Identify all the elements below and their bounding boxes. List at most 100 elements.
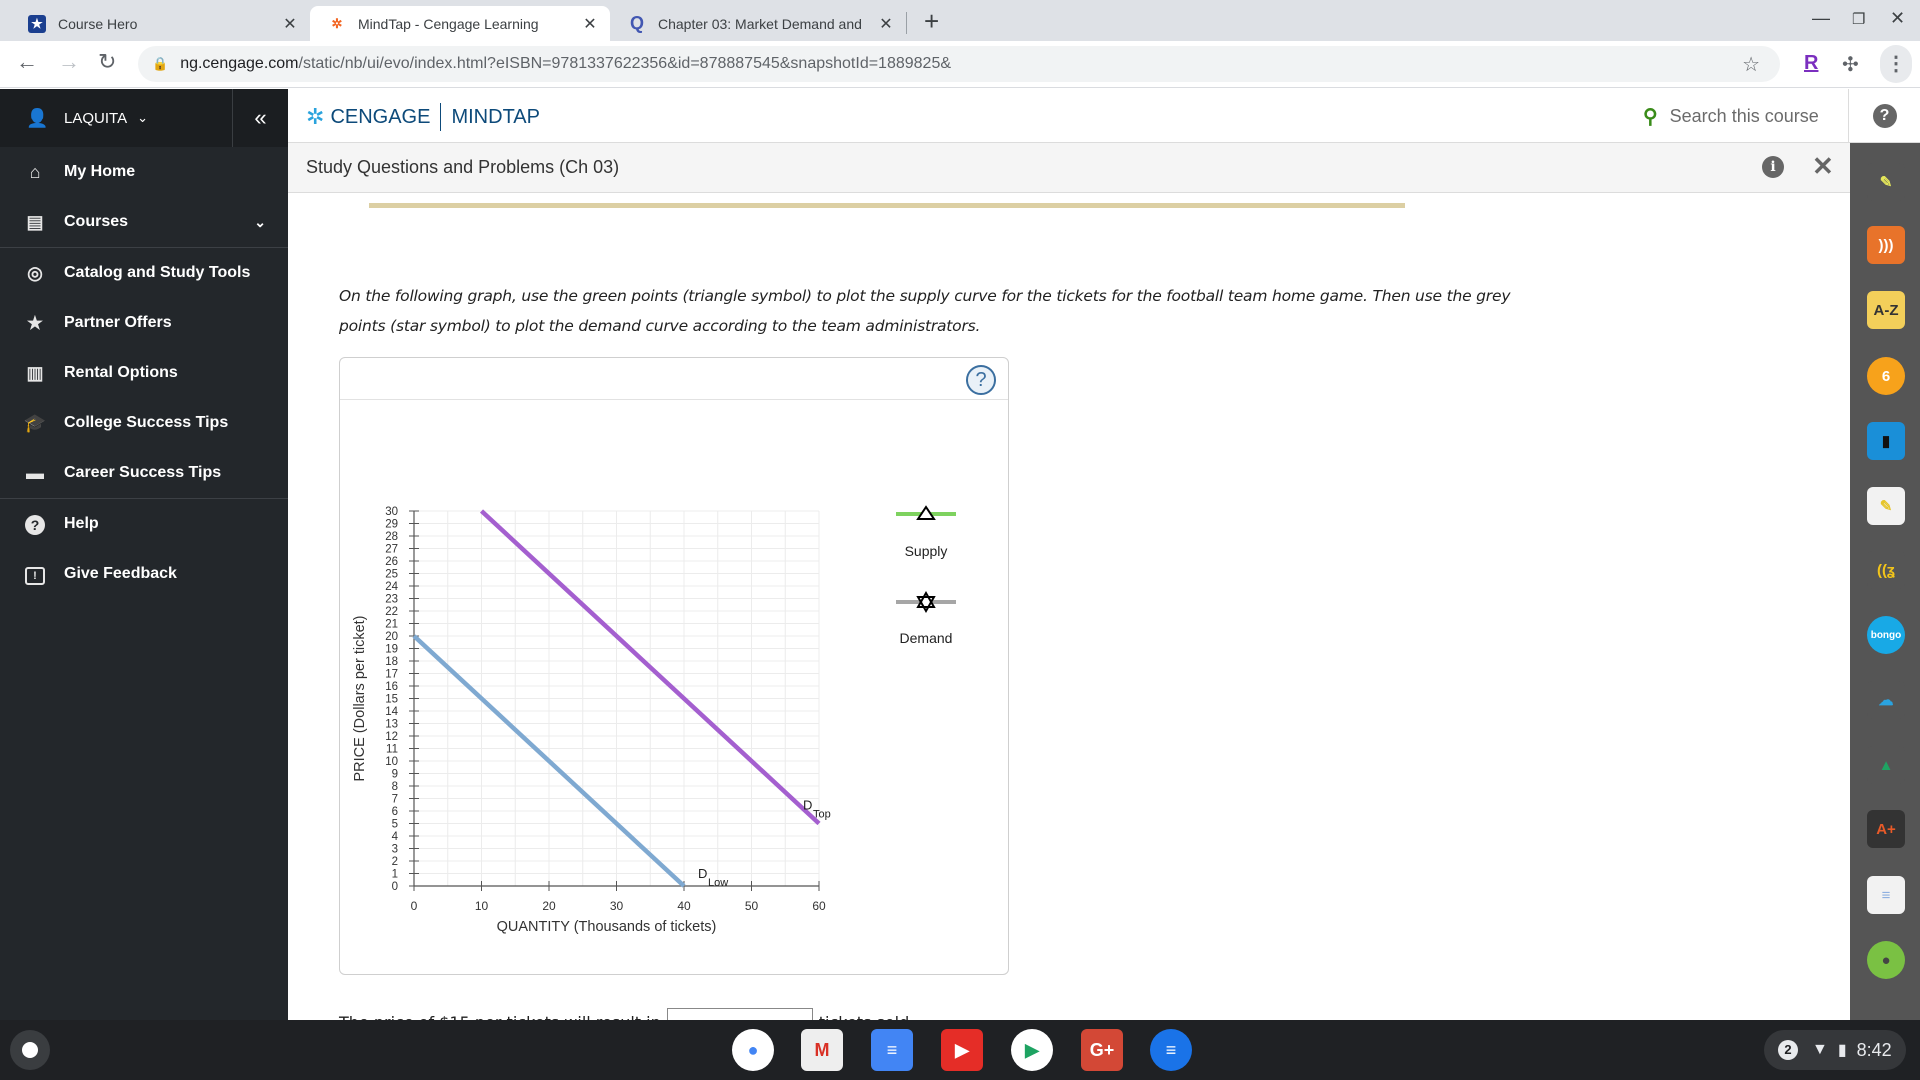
extensions-puzzle-icon[interactable]: ✣ [1842,52,1859,77]
y-tick-label: 1 [392,869,398,881]
chevron-down-icon[interactable]: ⌄ [137,110,148,126]
progress-bar [369,203,1405,208]
question-suffix: tickets sold. [819,1013,915,1021]
restore-button[interactable]: ❐ [1852,10,1865,28]
help-button[interactable]: ? [1848,89,1920,143]
sidebar-item-career-success[interactable]: ▬ Career Success Tips [0,448,288,498]
reload-button[interactable]: ↻ [98,49,116,75]
briefcase-icon: ▬ [26,462,44,483]
sidebar-item-help[interactable]: ? Help [0,499,288,549]
docs-app-icon[interactable]: ≡ [871,1029,913,1071]
google-plus-app-icon[interactable]: G+ [1081,1029,1123,1071]
info-icon[interactable]: i [1762,156,1784,178]
browser-tab-strip: ★ Course Hero ✕ ✲ MindTap - Cengage Lear… [0,0,1920,41]
graduation-cap-icon: 🎓 [23,412,47,433]
x-axis-label: QUANTITY (Thousands of tickets) [497,919,717,935]
activity-title: Study Questions and Problems (Ch 03) [306,157,620,177]
tickets-sold-input[interactable] [666,1008,813,1020]
y-tick-label: 11 [386,744,398,756]
notes-tool-icon[interactable]: ✎ [1867,163,1905,201]
curve-label-sub: Low [708,877,728,889]
chrome-app-icon[interactable]: ● [732,1029,774,1071]
user-menu[interactable]: LAQUITA [64,110,127,127]
play-store-app-icon[interactable]: ▶ [1011,1029,1053,1071]
close-tab-icon[interactable]: ✕ [876,14,896,34]
back-button[interactable]: ← [16,49,38,75]
gmail-app-icon[interactable]: M [801,1029,843,1071]
forward-button[interactable]: → [58,49,80,75]
y-tick-label: 18 [385,656,398,668]
y-tick-label: 30 [385,506,398,518]
sidebar-item-rental-options[interactable]: ▥ Rental Options [0,348,288,398]
onedrive-tool-icon[interactable]: ☁ [1867,681,1905,719]
highlighter-tool-icon[interactable]: ✎ [1867,487,1905,525]
course-search[interactable]: ⚲ Search this course [1643,104,1819,129]
y-tick-label: 28 [385,531,398,543]
tab-quizlet[interactable]: Q Chapter 03: Market Demand and ✕ [610,6,906,41]
star-icon: ★ [26,312,44,333]
readspeaker-tool-icon[interactable]: ((ʓ [1867,551,1905,589]
quizlet-icon: Q [629,13,644,33]
close-tab-icon[interactable]: ✕ [280,14,300,34]
y-tick-label: 20 [385,631,398,643]
status-tray[interactable]: 2 ▼ ▮ 8:42 [1764,1030,1906,1070]
messages-app-icon[interactable]: ≡ [1150,1029,1192,1071]
course-hero-icon: ★ [28,14,46,33]
x-tick-label: 50 [745,899,759,913]
tab-mindtap[interactable]: ✲ MindTap - Cengage Learning ✕ [310,6,610,41]
curve-label-sub: Top [813,809,831,821]
sidebar-item-partner-offers[interactable]: ★ Partner Offers [0,298,288,348]
sidebar-item-my-home[interactable]: ⌂ My Home [0,147,288,197]
y-tick-label: 19 [385,644,398,656]
y-tick-label: 13 [385,719,398,731]
compass-icon: ◎ [27,262,43,283]
sidebar-item-college-success[interactable]: 🎓 College Success Tips [0,398,288,448]
sidebar-item-catalog[interactable]: ◎ Catalog and Study Tools [0,248,288,298]
x-tick-label: 20 [542,899,556,913]
rss-tool-icon[interactable]: ))) [1867,226,1905,264]
x-tick-label: 60 [812,899,826,913]
chevron-down-icon[interactable]: ⌄ [254,214,266,231]
launcher-button[interactable] [10,1030,50,1070]
flashcards-tool-icon[interactable]: ≡ [1867,876,1905,914]
progress-tool-icon[interactable]: 6 [1867,357,1905,395]
y-tick-label: 0 [392,881,398,893]
bongo-tool-icon[interactable]: bongo [1867,616,1905,654]
activity-content: On the following graph, use the green po… [288,193,1850,1020]
lock-icon: 🔒 [152,56,169,71]
y-tick-label: 21 [385,619,398,631]
y-tick-label: 9 [392,769,398,781]
address-bar[interactable]: 🔒 ng.cengage.com/static/nb/ui/evo/index.… [138,46,1780,82]
notification-count: 2 [1778,1040,1798,1060]
google-drive-tool-icon[interactable]: ▲ [1867,746,1905,784]
browser-menu-button[interactable]: ⋮ [1880,45,1912,83]
demand-supply-chart[interactable]: 0123456789101112131415161718192021222324… [340,400,1010,975]
cengage-icon: ✲ [331,15,343,31]
legend-demand-label: Demand [900,630,953,646]
close-activity-button[interactable]: ✕ [1812,151,1834,182]
extension-r-icon[interactable]: R [1804,52,1818,75]
youtube-app-icon[interactable]: ▶ [941,1029,983,1071]
y-tick-label: 7 [392,794,398,806]
sidebar-item-give-feedback[interactable]: ! Give Feedback [0,549,288,599]
cengage-mindtap-logo[interactable]: ✲ CENGAGE MINDTAP [306,103,540,131]
minimize-button[interactable]: — [1812,8,1830,29]
glossary-tool-icon[interactable]: A-Z [1867,291,1905,329]
close-window-button[interactable]: ✕ [1890,8,1905,29]
close-tab-icon[interactable]: ✕ [580,14,600,34]
aplus-tool-icon[interactable]: A+ [1867,810,1905,848]
feedback-icon: ! [22,563,48,585]
profile-tool-icon[interactable]: ● [1867,941,1905,979]
tab-course-hero[interactable]: ★ Course Hero ✕ [10,6,310,41]
collapse-sidebar-button[interactable]: « [232,89,288,147]
x-tick-label: 30 [610,899,624,913]
new-tab-button[interactable]: + [924,6,939,37]
x-tick-label: 0 [411,899,418,913]
ebook-tool-icon[interactable]: ▮ [1867,422,1905,460]
y-tick-label: 4 [392,831,399,843]
sidebar-item-courses[interactable]: ▤ Courses ⌄ [0,197,288,247]
graph-help-button[interactable]: ? [966,365,996,395]
user-bar: 👤 LAQUITA ⌄ « [0,89,288,147]
y-tick-label: 25 [385,569,398,581]
bookmark-star-icon[interactable]: ☆ [1742,52,1760,77]
